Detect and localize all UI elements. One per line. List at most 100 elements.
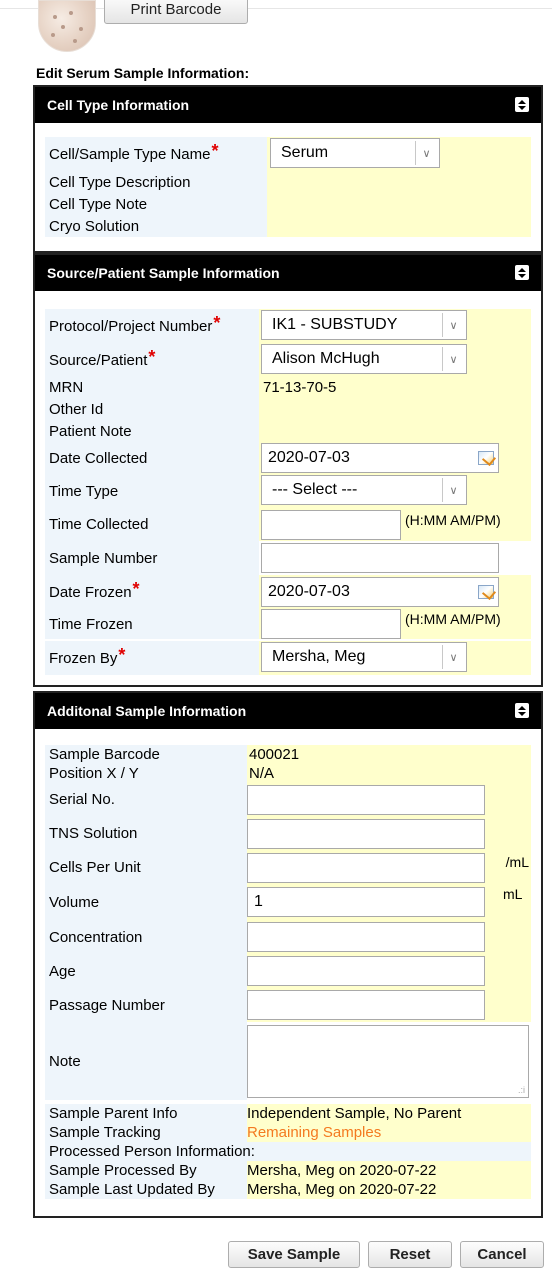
cells-per-unit-unit: /mL xyxy=(505,854,529,870)
cell-type-note-label: Cell Type Note xyxy=(49,195,148,213)
required-asterisk-icon: * xyxy=(148,347,156,367)
protocol-select-value: IK1 - SUBSTUDY xyxy=(272,316,398,333)
date-collected-label: Date Collected xyxy=(49,449,148,467)
chevron-down-icon: ∨ xyxy=(442,347,464,371)
calendar-icon[interactable] xyxy=(478,451,494,465)
source-patient-label: Source/Patient xyxy=(49,351,148,369)
time-collected-input[interactable] xyxy=(261,510,401,540)
additional-sample-header-title: Additonal Sample Information xyxy=(47,703,247,719)
sample-parent-info-value: Independent Sample, No Parent xyxy=(247,1105,462,1122)
required-asterisk-icon: * xyxy=(132,579,140,599)
source-patient-select-value: Alison McHugh xyxy=(272,350,380,367)
concentration-input[interactable] xyxy=(247,922,485,952)
chevron-down-icon: ∨ xyxy=(442,645,464,669)
sample-processed-by-value: Mersha, Meg on 2020-07-22 xyxy=(247,1162,437,1179)
frozen-by-label: Frozen By xyxy=(49,649,118,667)
cells-per-unit-label: Cells Per Unit xyxy=(49,858,141,876)
processed-person-info-label: Processed Person Information: xyxy=(49,1143,255,1160)
concentration-label: Concentration xyxy=(49,928,143,946)
mrn-label: MRN xyxy=(49,379,84,396)
time-collected-label: Time Collected xyxy=(49,516,149,533)
edit-section-title: Edit Serum Sample Information: xyxy=(36,65,250,81)
reset-button[interactable]: Reset xyxy=(368,1241,452,1268)
note-textarea[interactable]: .:i xyxy=(247,1025,529,1098)
sample-number-label: Sample Number xyxy=(49,549,158,567)
cryo-solution-value xyxy=(267,215,531,237)
protocol-select[interactable]: IK1 - SUBSTUDY ∨ xyxy=(261,310,467,340)
cell-type-description-label: Cell Type Description xyxy=(49,173,191,191)
serial-no-label: Serial No. xyxy=(49,790,115,808)
collapse-toggle-icon[interactable] xyxy=(515,265,529,280)
sample-number-input[interactable] xyxy=(261,543,499,573)
cell-type-panel: Cell Type Information Cell/Sample Type N… xyxy=(33,85,543,253)
source-patient-select[interactable]: Alison McHugh ∨ xyxy=(261,344,467,374)
source-patient-panel: Source/Patient Sample Information Protoc… xyxy=(33,253,543,687)
serial-no-input[interactable] xyxy=(247,785,485,815)
cell-type-select[interactable]: Serum ∨ xyxy=(270,138,440,168)
patient-note-label: Patient Note xyxy=(49,422,132,440)
tns-solution-input[interactable] xyxy=(247,819,485,849)
required-asterisk-icon: * xyxy=(118,645,126,665)
age-label: Age xyxy=(49,962,76,980)
frozen-by-select[interactable]: Mersha, Meg ∨ xyxy=(261,642,467,672)
sample-processed-by-label: Sample Processed By xyxy=(49,1162,197,1179)
time-type-select-value: --- Select --- xyxy=(272,481,358,498)
print-barcode-button[interactable]: Print Barcode xyxy=(104,0,248,24)
collapse-toggle-icon[interactable] xyxy=(515,703,529,718)
required-asterisk-icon: * xyxy=(213,313,221,333)
date-frozen-label: Date Frozen xyxy=(49,583,132,601)
cell-type-header-title: Cell Type Information xyxy=(47,97,190,113)
cell-type-select-value: Serum xyxy=(281,144,329,161)
cell-type-note-value xyxy=(267,193,531,215)
sample-tracking-label: Sample Tracking xyxy=(49,1124,161,1141)
chevron-down-icon: ∨ xyxy=(442,313,464,337)
time-frozen-label: Time Frozen xyxy=(49,615,133,633)
time-type-label: Time Type xyxy=(49,482,119,500)
cancel-button[interactable]: Cancel xyxy=(460,1241,544,1268)
sample-barcode-value: 400021 xyxy=(249,746,300,763)
cell-type-name-label: Cell/Sample Type Name xyxy=(49,145,211,163)
calendar-icon[interactable] xyxy=(478,585,494,599)
age-input[interactable] xyxy=(247,956,485,986)
additional-sample-header: Additonal Sample Information xyxy=(35,693,541,729)
remaining-samples-link[interactable]: Remaining Samples xyxy=(247,1124,381,1141)
source-patient-header-title: Source/Patient Sample Information xyxy=(47,265,280,281)
volume-input[interactable]: 1 xyxy=(247,887,485,917)
patient-note-value xyxy=(259,420,531,442)
volume-unit: mL xyxy=(503,886,523,902)
position-value: N/A xyxy=(249,764,275,782)
collapse-toggle-icon[interactable] xyxy=(515,97,529,112)
resize-grip-icon[interactable]: .:i xyxy=(518,1086,525,1095)
date-frozen-input[interactable]: 2020-07-03 xyxy=(261,577,499,607)
passage-number-label: Passage Number xyxy=(49,996,165,1014)
sample-last-updated-by-label: Sample Last Updated By xyxy=(49,1181,215,1198)
additional-sample-panel: Additonal Sample Information Sample Barc… xyxy=(33,691,543,1218)
time-type-select[interactable]: --- Select --- ∨ xyxy=(261,475,467,505)
tns-solution-label: TNS Solution xyxy=(49,824,138,842)
sample-last-updated-by-value: Mersha, Meg on 2020-07-22 xyxy=(247,1181,437,1198)
protocol-label: Protocol/Project Number xyxy=(49,317,213,335)
date-collected-input[interactable]: 2020-07-03 xyxy=(261,443,499,473)
volume-label: Volume xyxy=(49,893,100,911)
sample-barcode-label: Sample Barcode xyxy=(49,746,160,763)
required-asterisk-icon: * xyxy=(211,141,219,161)
other-id-label: Other Id xyxy=(49,400,104,418)
position-label: Position X / Y xyxy=(49,764,139,782)
time-collected-hint: (H:MM AM/PM) xyxy=(405,512,501,528)
chevron-down-icon: ∨ xyxy=(442,478,464,502)
time-frozen-input[interactable] xyxy=(261,609,401,639)
cell-type-header: Cell Type Information xyxy=(35,87,541,123)
cell-type-name-cell: Serum ∨ xyxy=(267,137,531,171)
cells-per-unit-input[interactable] xyxy=(247,853,485,883)
mrn-value: 71-13-70-5 xyxy=(263,379,337,396)
chevron-down-icon: ∨ xyxy=(415,141,437,165)
cryo-solution-label: Cryo Solution xyxy=(49,217,140,235)
passage-number-input[interactable] xyxy=(247,990,485,1020)
other-id-value xyxy=(259,398,531,420)
note-label: Note xyxy=(49,1052,81,1070)
source-patient-header: Source/Patient Sample Information xyxy=(35,255,541,291)
cell-type-description-value xyxy=(267,171,531,193)
save-sample-button[interactable]: Save Sample xyxy=(228,1241,360,1268)
time-frozen-hint: (H:MM AM/PM) xyxy=(405,611,501,627)
volume-value: 1 xyxy=(254,893,263,910)
